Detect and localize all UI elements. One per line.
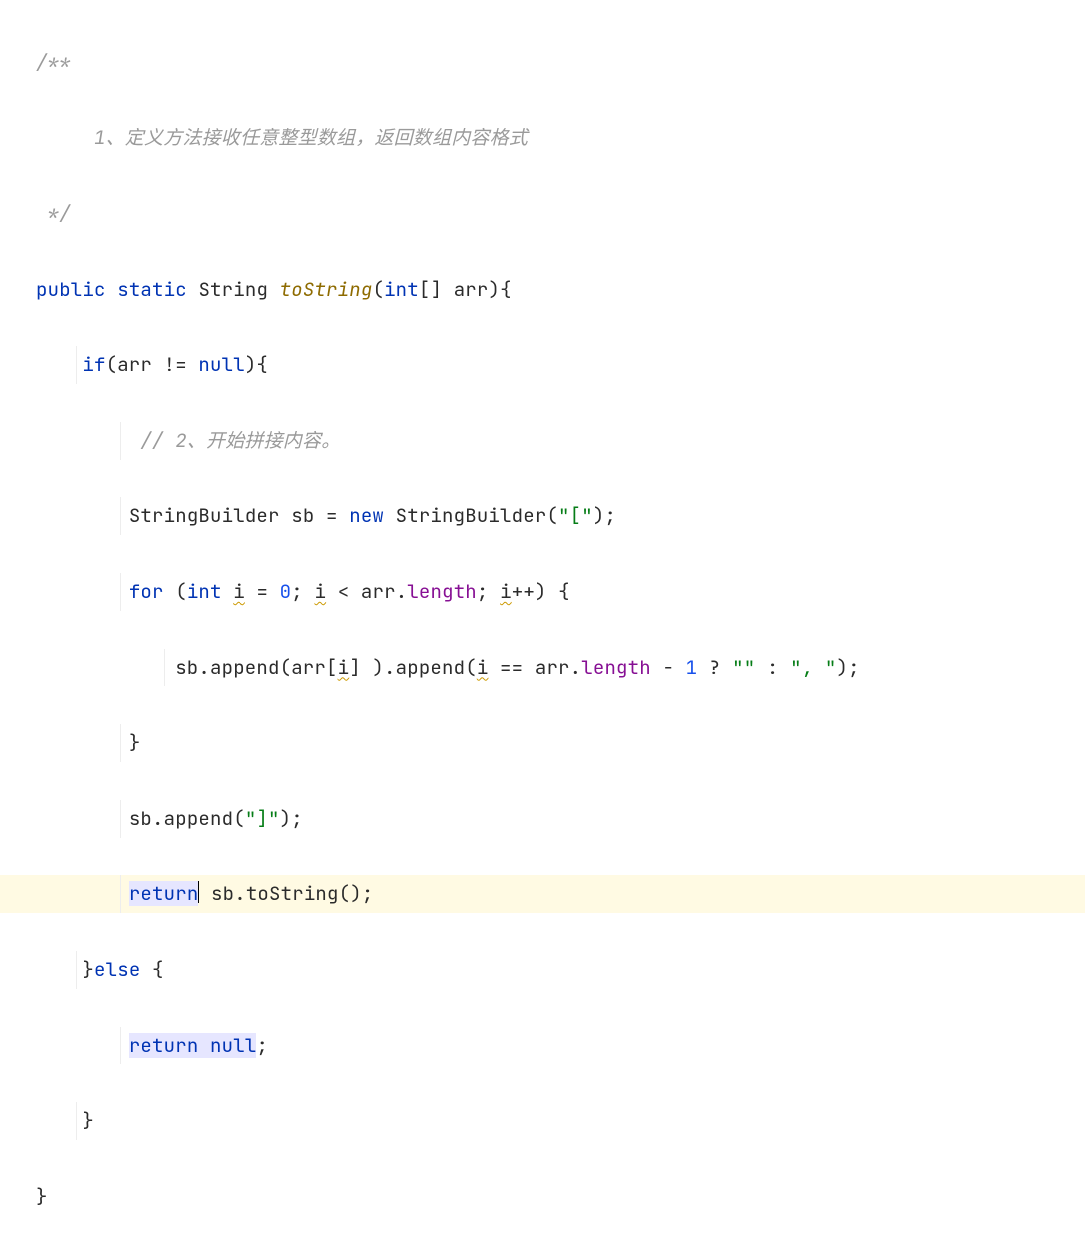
- javadoc-end: */: [36, 201, 71, 226]
- code-line-current[interactable]: return sb.toString();: [0, 875, 1085, 913]
- brace-close: }: [82, 1108, 94, 1133]
- keyword-for: for: [129, 579, 164, 604]
- code-line[interactable]: }: [0, 1178, 1085, 1216]
- string-literal: "[": [558, 503, 593, 528]
- append-call: sb.append(arr[: [175, 655, 337, 680]
- paren-close: );: [593, 503, 616, 528]
- keyword-return: return: [129, 1033, 199, 1058]
- minus: -: [651, 655, 686, 680]
- keyword-if: if: [82, 352, 105, 377]
- ternary-colon: :: [755, 655, 790, 680]
- keyword-public: public: [36, 277, 106, 302]
- var-i: i: [500, 579, 512, 604]
- field-length: length: [581, 655, 651, 680]
- code-line[interactable]: 1、定义方法接收任意整型数组，返回数组内容格式: [0, 119, 1085, 157]
- code-line[interactable]: }: [0, 1102, 1085, 1140]
- stmt-end: );: [837, 655, 860, 680]
- sb-ctor: StringBuilder(: [384, 503, 558, 528]
- code-line[interactable]: }: [0, 724, 1085, 762]
- stmt-end: );: [280, 806, 303, 831]
- number-zero: 0: [280, 579, 292, 604]
- code-line[interactable]: // 2、开始拼接内容。: [0, 422, 1085, 460]
- sp: [222, 579, 234, 604]
- javadoc-body: 1、定义方法接收任意整型数组，返回数组内容格式: [36, 125, 528, 150]
- keyword-int: int: [384, 277, 419, 302]
- keyword-null: null: [198, 352, 244, 377]
- text-cursor: [198, 881, 199, 903]
- keyword-static: static: [117, 277, 187, 302]
- sp: [198, 1033, 210, 1058]
- code-editor[interactable]: /** 1、定义方法接收任意整型数组，返回数组内容格式 */ public st…: [0, 0, 1085, 1236]
- code-line[interactable]: return null;: [0, 1027, 1085, 1065]
- keyword-null: null: [210, 1033, 256, 1058]
- brace-close: }: [82, 957, 94, 982]
- keyword-return: return: [129, 881, 199, 906]
- for-inc: ++) {: [512, 579, 570, 604]
- string-literal: "": [732, 655, 755, 680]
- keyword-else: else: [94, 957, 140, 982]
- for-open: (: [164, 579, 187, 604]
- param-arr: [] arr){: [419, 277, 512, 302]
- code-line[interactable]: sb.append("]");: [0, 800, 1085, 838]
- for-sep: ;: [291, 579, 314, 604]
- number-one: 1: [686, 655, 698, 680]
- sb-decl: StringBuilder sb =: [129, 503, 349, 528]
- keyword-new: new: [349, 503, 384, 528]
- var-i: i: [477, 655, 489, 680]
- brace: ){: [245, 352, 268, 377]
- code-line[interactable]: */: [0, 195, 1085, 233]
- return-expr: sb.toString();: [211, 881, 373, 906]
- code-line[interactable]: for (int i = 0; i < arr.length; i++) {: [0, 573, 1085, 611]
- var-i: i: [233, 579, 245, 604]
- semicolon: ;: [256, 1033, 268, 1058]
- string-literal: "]": [245, 806, 280, 831]
- brace-open: {: [140, 957, 163, 982]
- brace-close: }: [129, 730, 141, 755]
- type-string: String: [198, 277, 268, 302]
- field-length: length: [407, 579, 477, 604]
- code-line[interactable]: if(arr != null){: [0, 346, 1085, 384]
- append-call: sb.append(: [129, 806, 245, 831]
- for-eq: =: [245, 579, 280, 604]
- if-cond: (arr !=: [106, 352, 199, 377]
- for-sep: ;: [477, 579, 500, 604]
- code-line[interactable]: /**: [0, 44, 1085, 82]
- string-literal: ", ": [790, 655, 836, 680]
- var-i: i: [314, 579, 326, 604]
- append-call: ] ).append(: [349, 655, 477, 680]
- line-comment: // 2、开始拼接内容。: [140, 428, 340, 453]
- eq-expr: == arr.: [488, 655, 581, 680]
- brace-close: }: [36, 1184, 48, 1209]
- code-line[interactable]: public static String toString(int[] arr)…: [0, 271, 1085, 309]
- method-name: toString: [280, 277, 373, 302]
- ternary-q: ?: [697, 655, 732, 680]
- code-line[interactable]: sb.append(arr[i] ).append(i == arr.lengt…: [0, 649, 1085, 687]
- for-lt: < arr.: [326, 579, 407, 604]
- var-i: i: [338, 655, 350, 680]
- javadoc-start: /**: [36, 50, 71, 75]
- keyword-int: int: [187, 579, 222, 604]
- code-line[interactable]: }else {: [0, 951, 1085, 989]
- code-line[interactable]: StringBuilder sb = new StringBuilder("["…: [0, 497, 1085, 535]
